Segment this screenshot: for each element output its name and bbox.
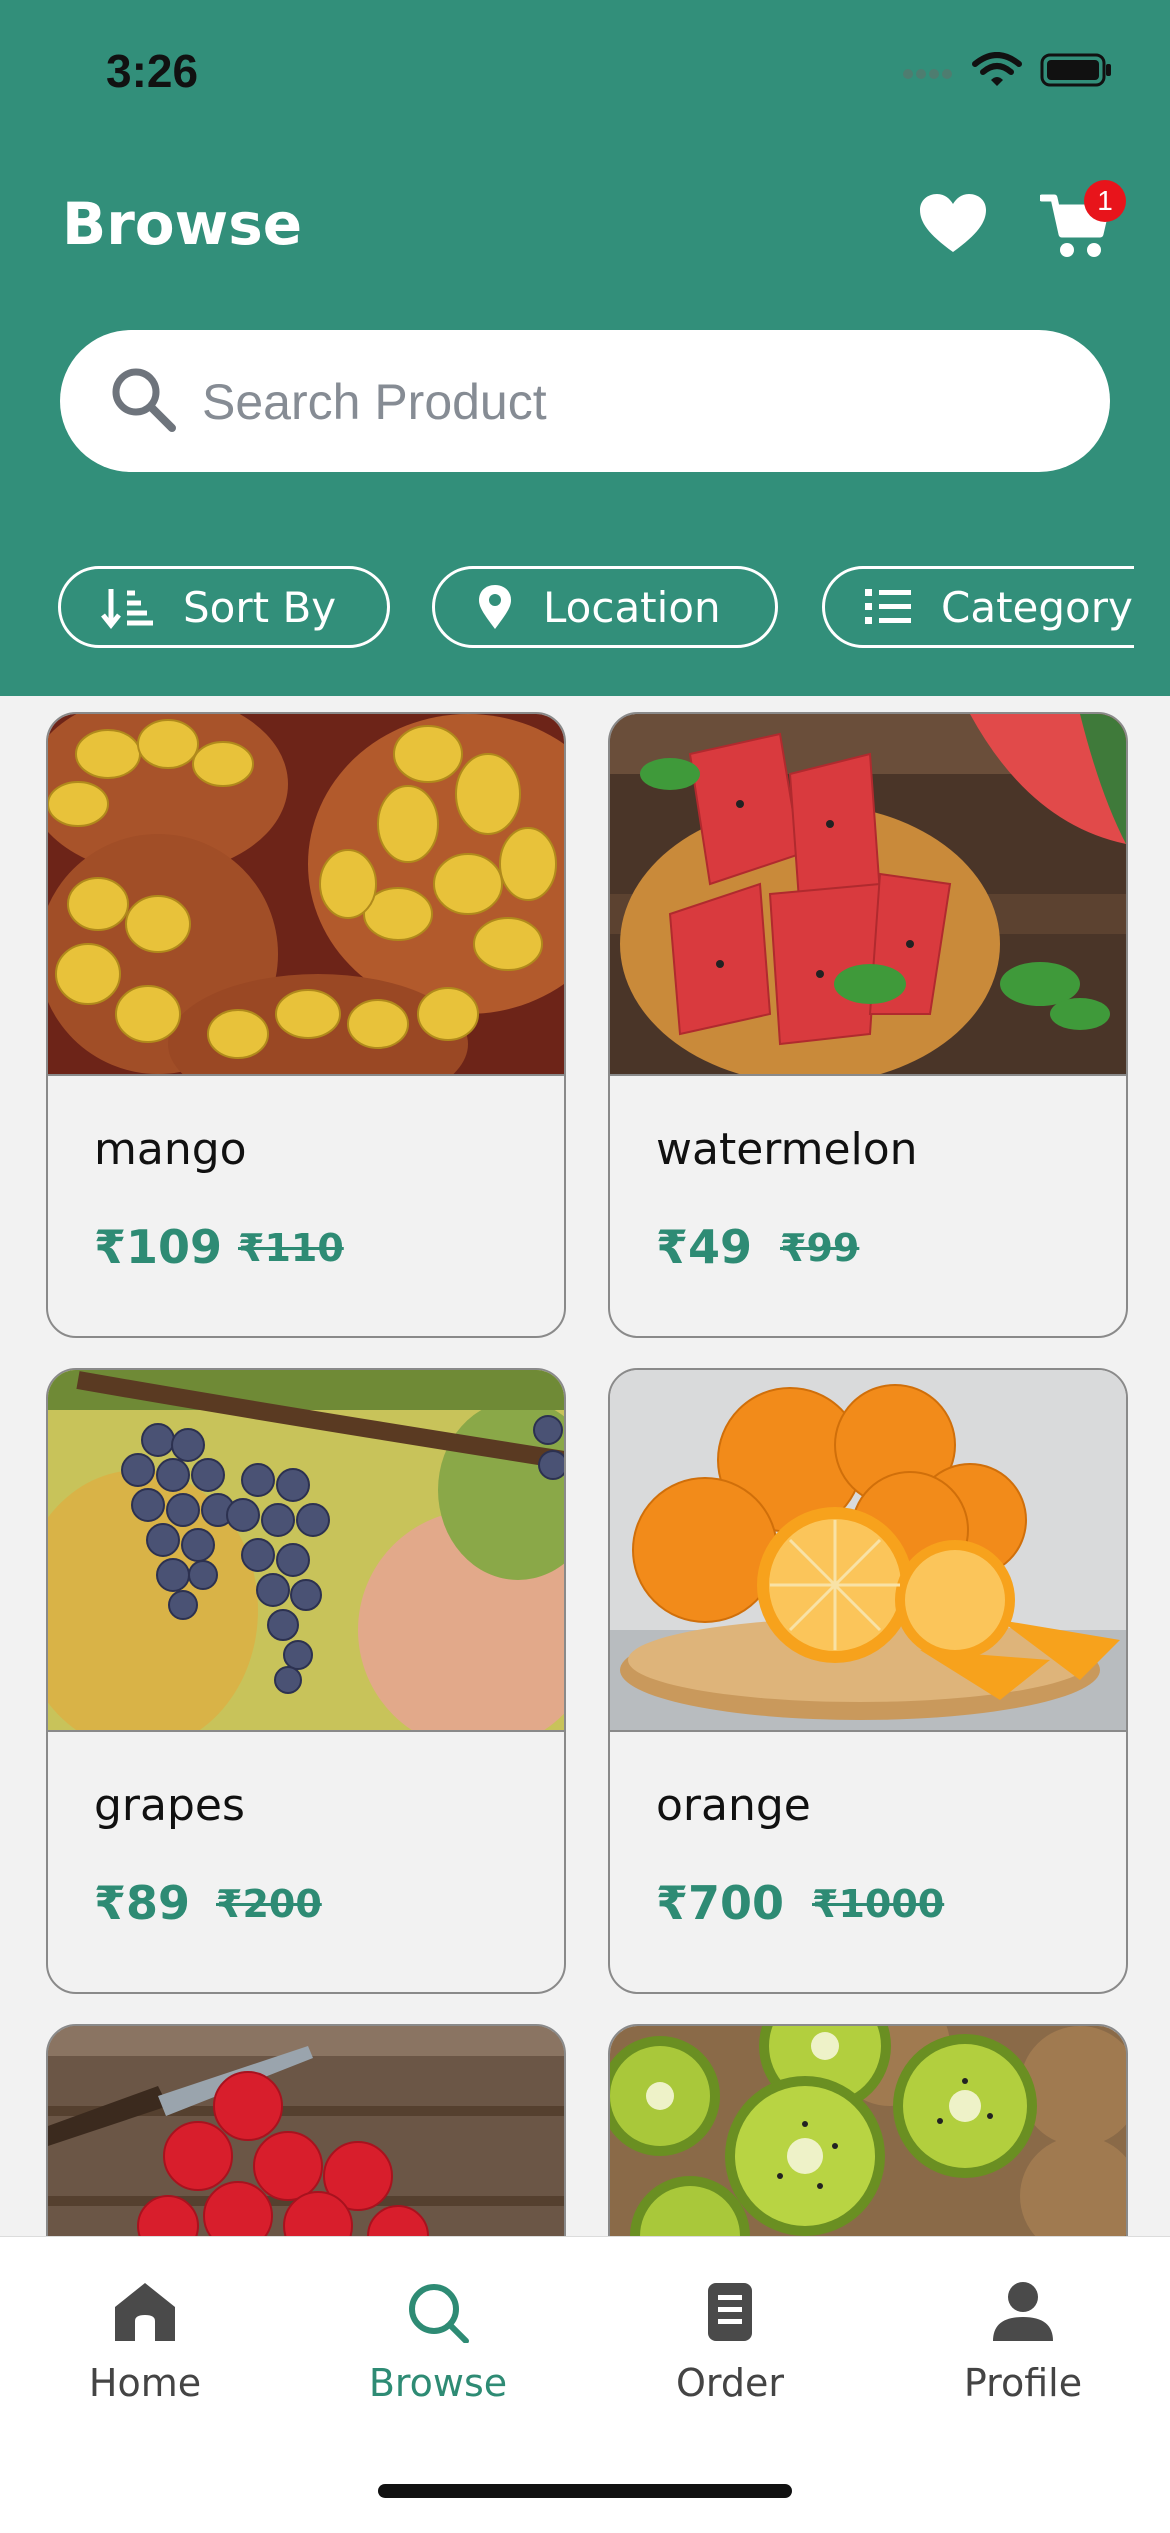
document-icon [708, 2283, 752, 2341]
product-price: ₹89 [94, 1876, 191, 1930]
product-original-price: ₹200 [216, 1882, 322, 1926]
home-indicator [378, 2484, 792, 2498]
product-name: mango [94, 1124, 247, 1175]
product-original-price: ₹110 [238, 1226, 344, 1270]
favorites-button[interactable] [918, 190, 988, 260]
product-card-kiwi[interactable] [608, 2024, 1128, 2236]
tab-profile-label: Profile [963, 2361, 1083, 2405]
product-price: ₹109 [94, 1220, 223, 1274]
sort-icon [101, 589, 153, 629]
tab-profile[interactable]: Profile [903, 2281, 1143, 2431]
location-chip[interactable]: Location [432, 566, 778, 648]
heart-icon [920, 194, 986, 252]
product-image-orange [610, 1370, 1126, 1732]
header: 3:26 Browse 1 Search Product Sort By Loc… [0, 0, 1170, 696]
product-card-apples[interactable] [46, 2024, 566, 2236]
status-time: 3:26 [106, 45, 199, 97]
product-image-watermelon [610, 714, 1126, 1076]
filter-chips: Sort By Location Category [0, 566, 1134, 652]
product-original-price: ₹1000 [812, 1882, 945, 1926]
tab-order[interactable]: Order [610, 2281, 850, 2431]
product-name: grapes [94, 1780, 245, 1831]
product-image-grapes [48, 1370, 564, 1732]
signal-icon [903, 69, 952, 79]
product-image-apples [48, 2026, 564, 2236]
tab-home-label: Home [88, 2361, 202, 2405]
location-label: Location [543, 582, 721, 632]
battery-icon [1040, 53, 1111, 87]
product-original-price: ₹99 [780, 1226, 860, 1270]
product-name: watermelon [656, 1124, 918, 1175]
product-card-orange[interactable]: orange ₹700 ₹1000 [608, 1368, 1128, 1994]
product-price: ₹49 [656, 1220, 753, 1274]
category-chip[interactable]: Category [822, 566, 1134, 648]
product-grid: mango ₹109 ₹110 watermelon ₹49 ₹99 grape… [0, 696, 1170, 2236]
search-input[interactable] [200, 370, 1064, 434]
search-icon [409, 2284, 469, 2343]
product-image-mango [48, 714, 564, 1076]
tab-order-label: Order [676, 2361, 784, 2405]
tab-home[interactable]: Home [25, 2281, 265, 2431]
wifi-icon [972, 52, 1022, 86]
sort-by-chip[interactable]: Sort By [58, 566, 390, 648]
list-icon [865, 589, 911, 624]
sort-by-label: Sort By [183, 582, 337, 632]
tab-browse[interactable]: Browse [318, 2281, 558, 2431]
home-icon [115, 2283, 175, 2341]
product-name: orange [656, 1780, 811, 1831]
status-icons [902, 52, 1112, 88]
search-icon [112, 368, 176, 432]
cart-button[interactable]: 1 [1038, 180, 1126, 266]
product-card-mango[interactable]: mango ₹109 ₹110 [46, 712, 566, 1338]
product-image-kiwi [610, 2026, 1126, 2236]
category-label: Category [941, 582, 1133, 632]
person-icon [993, 2282, 1053, 2341]
location-pin-icon [479, 585, 511, 629]
search-bar[interactable] [60, 330, 1110, 472]
tab-browse-label: Browse [368, 2361, 508, 2405]
product-price: ₹700 [656, 1876, 785, 1930]
cart-count-badge: 1 [1084, 180, 1126, 222]
page-title: Browse [62, 190, 303, 258]
product-card-watermelon[interactable]: watermelon ₹49 ₹99 [608, 712, 1128, 1338]
product-card-grapes[interactable]: grapes ₹89 ₹200 [46, 1368, 566, 1994]
